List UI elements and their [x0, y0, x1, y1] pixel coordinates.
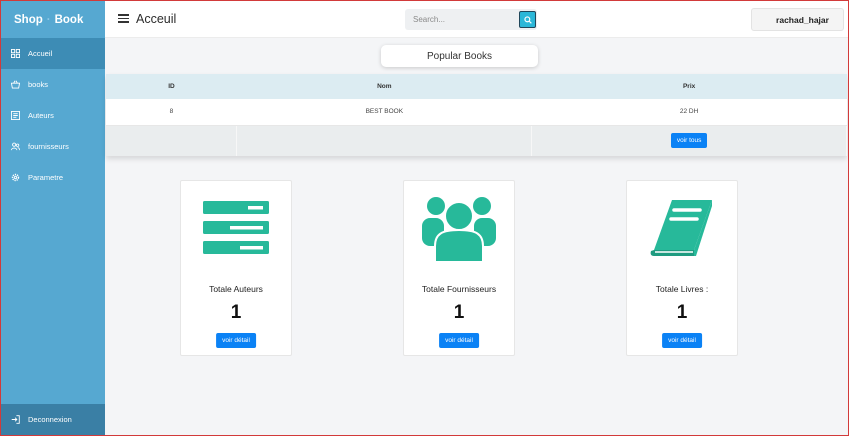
sidebar-item-label: fournisseurs [28, 142, 69, 151]
sidebar-item-label: Parametre [28, 173, 64, 182]
cell-nom: BEST BOOK [236, 99, 532, 126]
brand-part-2: Book [54, 13, 84, 26]
card-auteurs: Totale Auteurs 1 voir détail [180, 180, 292, 356]
page-title: Acceuil [136, 12, 177, 26]
gear-icon [11, 173, 20, 182]
card-fournisseurs: Totale Fournisseurs 1 voir détail [403, 180, 515, 356]
card-label: Totale Livres : [655, 284, 709, 294]
cell-prix: 22 DH [531, 99, 847, 126]
book-icon [627, 193, 737, 263]
group-icon [404, 193, 514, 263]
sidebar-item-label: Auteurs [28, 111, 54, 120]
sidebar-item-auteurs[interactable]: Auteurs [1, 100, 105, 131]
server-list-icon [181, 193, 291, 263]
dashboard-icon [11, 49, 20, 58]
users-icon [11, 142, 20, 151]
card-livres: Totale Livres : 1 voir détail [626, 180, 738, 356]
user-menu[interactable]: rachad_hajar [751, 8, 844, 31]
search-button[interactable] [519, 11, 536, 28]
column-header-nom: Nom [236, 74, 532, 99]
popular-books-title: Popular Books [381, 45, 538, 67]
sidebar-item-label: Accueil [28, 49, 53, 58]
search-icon [523, 15, 532, 24]
basket-icon [11, 80, 20, 89]
sidebar-item-label: books [28, 80, 49, 89]
logout-label: Deconnexion [28, 415, 72, 424]
table-row: 8 BEST BOOK 22 DH [106, 99, 847, 126]
sidebar-item-parametre[interactable]: Parametre [1, 162, 105, 193]
table-footer-row: voir tous [106, 125, 847, 156]
menu-icon[interactable] [118, 14, 129, 23]
column-header-prix: Prix [531, 74, 847, 99]
search-input[interactable] [405, 9, 517, 30]
brand-logo[interactable]: Shop · Book [1, 1, 105, 38]
cell-id: 8 [106, 99, 237, 126]
view-details-button[interactable]: voir détail [216, 333, 256, 348]
see-all-button[interactable]: voir tous [670, 133, 708, 149]
card-count: 1 [676, 302, 688, 323]
sidebar-item-fournisseurs[interactable]: fournisseurs [1, 131, 105, 162]
top-bar: Acceuil rachad_hajar [105, 1, 848, 38]
sidebar-item-books[interactable]: books [1, 69, 105, 100]
view-details-button[interactable]: voir détail [662, 333, 702, 348]
view-details-button[interactable]: voir détail [439, 333, 479, 348]
sidebar: Shop · Book Accueil books Auteurs fourni… [1, 1, 105, 435]
card-count: 1 [230, 302, 242, 323]
card-count: 1 [453, 302, 465, 323]
brand-part-1: Shop [14, 13, 43, 26]
popular-books-table: ID Nom Prix 8 BEST BOOK 22 DH voir tous [106, 74, 847, 156]
logout-icon [11, 415, 20, 424]
search-box [405, 9, 537, 30]
column-header-id: ID [106, 74, 237, 99]
card-label: Totale Auteurs [209, 284, 263, 294]
sidebar-nav: Accueil books Auteurs fournisseurs Param… [1, 38, 105, 193]
brand-separator: · [46, 13, 51, 26]
card-label: Totale Fournisseurs [421, 284, 497, 294]
sidebar-item-accueil[interactable]: Accueil [1, 38, 105, 69]
list-icon [11, 111, 20, 120]
logout-button[interactable]: Deconnexion [1, 404, 105, 435]
